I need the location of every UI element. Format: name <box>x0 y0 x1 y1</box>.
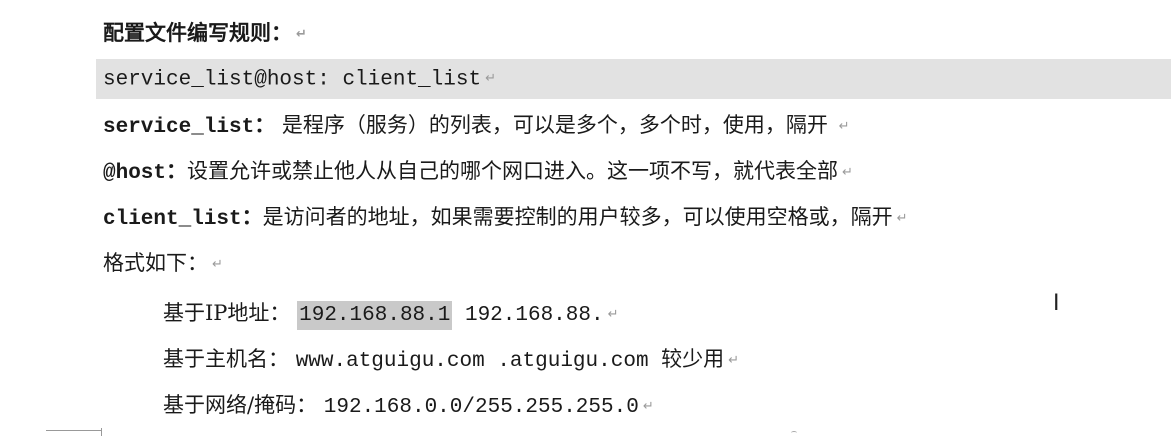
paragraph-mark-icon: ↵ <box>607 306 619 322</box>
syntax-line: service_list@host: client_list ↵ <box>103 65 496 95</box>
paragraph-mark-icon: ↵ <box>642 398 654 414</box>
format-label: 基于主机名： <box>163 347 289 371</box>
margin-corner-mark <box>46 430 102 431</box>
format-ip-address: 基于IP地址： 192.168.88.1 192.168.88. ↵ <box>163 299 619 330</box>
paragraph-mark-icon: ↵ <box>212 256 223 272</box>
definition-host: @host：设置允许或禁止他人从自己的哪个网口进入。这一项不写，就代表全部 ↵ <box>103 157 853 188</box>
format-value: 192.168.88. <box>452 304 604 327</box>
format-value: www.atguigu.com .atguigu.com 较少用 <box>295 350 725 373</box>
definition-term: @host： <box>103 162 188 185</box>
format-label: 基于网络/掩码： <box>163 393 318 417</box>
definition-service-list: service_list： 是程序（服务）的列表，可以是多个，多个时，使用，隔开… <box>103 111 850 142</box>
paragraph-mark-icon: ↵ <box>838 118 850 134</box>
paragraph-mark-icon: ↵ <box>485 71 496 86</box>
rules-heading: 配置文件编写规则： ↵ <box>103 19 307 49</box>
format-hostname: 基于主机名： www.atguigu.com .atguigu.com 较少用 ↵ <box>163 345 739 376</box>
paragraph-mark-icon: ↵ <box>728 352 740 368</box>
definition-description: 设置允许或禁止他人从自己的哪个网口进入。这一项不写，就代表全部 <box>187 159 839 183</box>
definition-description: 是访问者的地址，如果需要控制的用户较多，可以使用空格或，隔开 <box>262 205 893 229</box>
format-heading-text: 格式如下： <box>103 251 208 275</box>
syntax-line-text: service_list@host: client_list <box>103 68 482 92</box>
format-network-mask: 基于网络/掩码： 192.168.0.0/255.255.255.0 ↵ <box>163 391 654 422</box>
definition-description: 是程序（服务）的列表，可以是多个，多个时，使用，隔开 <box>275 113 835 137</box>
format-value: 192.168.0.0/255.255.255.0 <box>323 396 639 419</box>
margin-corner-mark <box>101 428 102 436</box>
format-label: 基于IP地址： <box>163 301 291 325</box>
definition-term: client_list： <box>103 208 263 231</box>
text-cursor-icon: I <box>1053 291 1060 316</box>
format-heading: 格式如下： ↵ <box>103 249 223 279</box>
selected-ip-text[interactable]: 192.168.88.1 <box>297 301 453 330</box>
definition-term: service_list： <box>103 116 276 139</box>
page-speck <box>791 431 797 435</box>
paragraph-mark-icon: ↵ <box>842 164 853 180</box>
definition-client-list: client_list：是访问者的地址，如果需要控制的用户较多，可以使用空格或，… <box>103 203 908 234</box>
rules-heading-text: 配置文件编写规则： <box>103 20 292 45</box>
paragraph-mark-icon: ↵ <box>896 210 908 226</box>
paragraph-mark-icon: ↵ <box>296 26 307 42</box>
